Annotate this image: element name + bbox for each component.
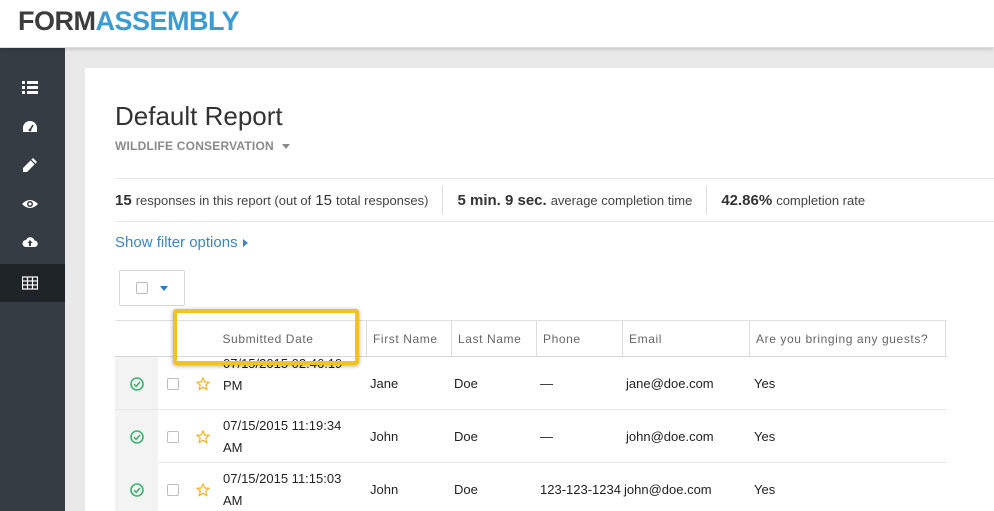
completion-value: 42.86% xyxy=(721,191,773,209)
select-all-checkbox[interactable] xyxy=(136,282,148,294)
date-line: 07/15/2015 11:15:03 xyxy=(223,470,342,486)
form-name: WILDLIFE CONSERVATION xyxy=(115,139,274,153)
column-submitted-date[interactable]: Submitted Date xyxy=(170,321,366,357)
cell-email: john@doe.com xyxy=(624,482,712,497)
sidebar-item-edit[interactable] xyxy=(0,146,65,184)
cell-email: john@doe.com xyxy=(626,429,714,444)
column-last-name[interactable]: Last Name xyxy=(451,321,536,357)
responses-label: responses in this report (out of xyxy=(135,192,312,208)
cell-first-name: John xyxy=(370,482,399,497)
date-line: 07/15/2015 11:19:34 xyxy=(223,417,342,433)
row-checkbox[interactable] xyxy=(167,483,179,496)
stat-divider xyxy=(442,186,444,214)
top-bar: FORMASSEMBLY xyxy=(0,0,994,48)
cell-submitted-date: 07/15/2015 11:19:34 AM xyxy=(223,410,341,463)
check-circle-icon xyxy=(129,429,144,444)
cell-guests: Yes xyxy=(754,429,776,444)
check-circle-icon xyxy=(129,482,144,497)
column-phone[interactable]: Phone xyxy=(536,321,622,357)
avg-time-value: 5 min. 9 sec. xyxy=(457,191,547,209)
sidebar-item-preview[interactable] xyxy=(0,185,65,223)
cell-phone: — xyxy=(540,429,553,444)
column-email[interactable]: Email xyxy=(622,321,749,357)
row-select[interactable] xyxy=(167,463,179,511)
stat-completion: 42.86% completion rate xyxy=(721,186,879,214)
cell-phone: — xyxy=(540,376,553,391)
date-line: 07/15/2015 02:46:19 xyxy=(223,357,343,371)
cell-guests: Yes xyxy=(754,482,776,497)
form-selector[interactable]: WILDLIFE CONSERVATION xyxy=(115,139,290,153)
sidebar-item-responses[interactable] xyxy=(0,264,65,302)
avg-time-label: average completion time xyxy=(550,192,693,208)
row-checkbox[interactable] xyxy=(167,430,179,443)
table-row[interactable]: 07/15/2015 02:46:19 PM Jane Doe — jane@d… xyxy=(115,357,947,410)
table-icon xyxy=(22,276,38,290)
logo-text-form: FORM xyxy=(18,6,96,36)
report-stats: 15 responses in this report (out of 15 t… xyxy=(115,178,994,222)
stat-responses: 15 responses in this report (out of 15 t… xyxy=(115,186,442,214)
cell-submitted-date: 07/15/2015 02:46:19 PM xyxy=(223,357,343,409)
cell-last-name: Doe xyxy=(454,482,478,497)
row-select[interactable] xyxy=(167,410,179,463)
column-first-name[interactable]: First Name xyxy=(366,321,451,357)
responses-table: Submitted Date First Name Last Name Phon… xyxy=(115,320,947,511)
sidebar xyxy=(0,48,65,511)
sidebar-item-dashboard[interactable] xyxy=(0,108,65,146)
cell-first-name: Jane xyxy=(370,376,399,391)
time-period: AM xyxy=(223,439,243,455)
logo-text-assembly: ASSEMBLY xyxy=(95,6,240,36)
show-filter-options-link[interactable]: Show filter options xyxy=(115,234,248,251)
table-row[interactable]: 07/15/2015 11:15:03 AM John Doe 123-123-… xyxy=(115,463,947,511)
eye-icon xyxy=(22,200,38,208)
page-title: Default Report xyxy=(115,101,283,131)
row-star[interactable] xyxy=(196,410,210,463)
cell-submitted-date: 07/15/2015 11:15:03 AM xyxy=(223,463,341,511)
stat-divider xyxy=(706,186,708,214)
completion-label: completion rate xyxy=(776,192,866,208)
cell-phone: 123-123-1234 xyxy=(540,482,621,497)
cell-last-name: Doe xyxy=(454,429,478,444)
chevron-down-icon[interactable] xyxy=(160,285,168,291)
pencil-icon xyxy=(23,158,37,172)
cell-first-name: John xyxy=(370,429,399,444)
dashboard-icon xyxy=(23,121,37,132)
cell-last-name: Doe xyxy=(454,376,478,391)
sidebar-item-publish[interactable] xyxy=(0,223,65,261)
star-icon[interactable] xyxy=(196,482,210,497)
table-row[interactable]: 07/15/2015 11:19:34 AM John Doe — john@d… xyxy=(115,410,947,463)
star-icon[interactable] xyxy=(196,376,210,391)
chevron-right-icon xyxy=(242,238,248,247)
form-assembly-logo[interactable]: FORMASSEMBLY xyxy=(18,6,240,37)
row-status xyxy=(115,463,158,511)
stat-avg-time: 5 min. 9 sec. average completion time xyxy=(457,186,706,214)
bulk-select-dropdown[interactable] xyxy=(119,270,185,306)
column-guests[interactable]: Are you bringing any guests? xyxy=(749,321,946,357)
sidebar-item-forms-list[interactable] xyxy=(0,68,65,106)
time-period: AM xyxy=(223,492,243,508)
filter-link-label: Show filter options xyxy=(115,234,238,251)
cell-guests: Yes xyxy=(754,376,776,391)
row-star[interactable] xyxy=(196,463,210,511)
row-star[interactable] xyxy=(196,357,210,409)
star-icon[interactable] xyxy=(196,429,210,444)
total-count: 15 xyxy=(315,191,332,209)
table-header: Submitted Date First Name Last Name Phon… xyxy=(115,320,947,357)
row-checkbox[interactable] xyxy=(167,377,179,390)
cloud-upload-icon xyxy=(22,237,38,247)
responses-count: 15 xyxy=(115,191,132,209)
list-icon xyxy=(22,81,38,94)
row-status xyxy=(115,410,158,463)
total-label: total responses) xyxy=(335,192,429,208)
row-status xyxy=(115,357,158,409)
check-circle-icon xyxy=(129,376,144,391)
time-period: PM xyxy=(223,378,243,393)
row-select[interactable] xyxy=(167,357,179,409)
cell-email: jane@doe.com xyxy=(626,376,714,391)
chevron-down-icon xyxy=(281,143,290,149)
